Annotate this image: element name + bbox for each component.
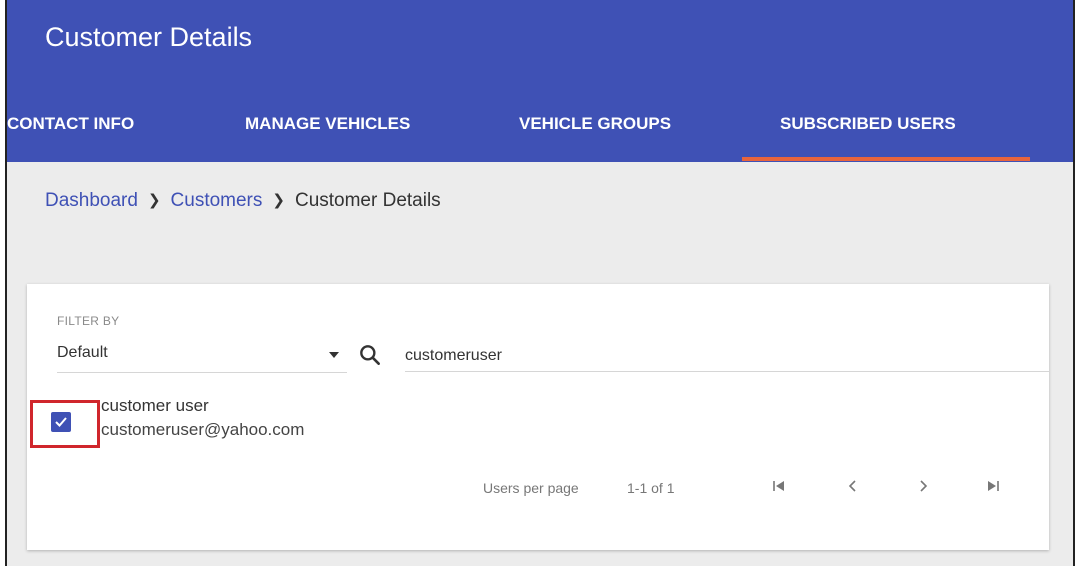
filter-select[interactable]: Default bbox=[57, 342, 347, 373]
user-checkbox[interactable] bbox=[51, 412, 71, 432]
user-email: customeruser@yahoo.com bbox=[101, 420, 305, 439]
search-input[interactable] bbox=[405, 340, 1049, 372]
tab-manage-vehicles[interactable]: MANAGE VEHICLES bbox=[245, 114, 410, 134]
page-title: Customer Details bbox=[45, 22, 253, 52]
app-window: Customer Details CONTACT INFO MANAGE VEH… bbox=[5, 0, 1075, 566]
breadcrumb-dashboard[interactable]: Dashboard bbox=[45, 190, 138, 211]
breadcrumb: Dashboard ❯ Customers ❯ Customer Details bbox=[45, 190, 441, 212]
first-page-icon[interactable] bbox=[771, 478, 787, 499]
user-name: customer user bbox=[101, 396, 209, 415]
caret-down-icon bbox=[329, 352, 339, 358]
breadcrumb-customers[interactable]: Customers bbox=[171, 190, 263, 211]
page-range: 1-1 of 1 bbox=[627, 480, 675, 496]
tab-contact-info[interactable]: CONTACT INFO bbox=[7, 114, 134, 134]
tab-vehicle-groups[interactable]: VEHICLE GROUPS bbox=[519, 114, 671, 134]
chevron-right-icon: ❯ bbox=[147, 192, 161, 209]
list-item: customer user customeruser@yahoo.com bbox=[27, 396, 1049, 448]
last-page-icon[interactable] bbox=[985, 478, 1001, 499]
chevron-left-icon[interactable] bbox=[845, 478, 861, 499]
app-header: Customer Details CONTACT INFO MANAGE VEH… bbox=[7, 0, 1073, 162]
checkmark-icon bbox=[55, 417, 67, 427]
chevron-right-icon[interactable] bbox=[915, 478, 931, 499]
breadcrumb-current: Customer Details bbox=[294, 190, 441, 211]
subscribed-users-card: FILTER BY Default customer user customer… bbox=[27, 284, 1049, 550]
filter-label: FILTER BY bbox=[57, 314, 120, 328]
users-per-page-label: Users per page bbox=[483, 480, 579, 496]
tab-subscribed-users[interactable]: SUBSCRIBED USERS bbox=[780, 114, 956, 134]
search-icon bbox=[357, 342, 383, 368]
active-tab-indicator bbox=[742, 157, 1030, 161]
chevron-right-icon: ❯ bbox=[272, 192, 285, 209]
filter-selected-value: Default bbox=[57, 344, 108, 361]
